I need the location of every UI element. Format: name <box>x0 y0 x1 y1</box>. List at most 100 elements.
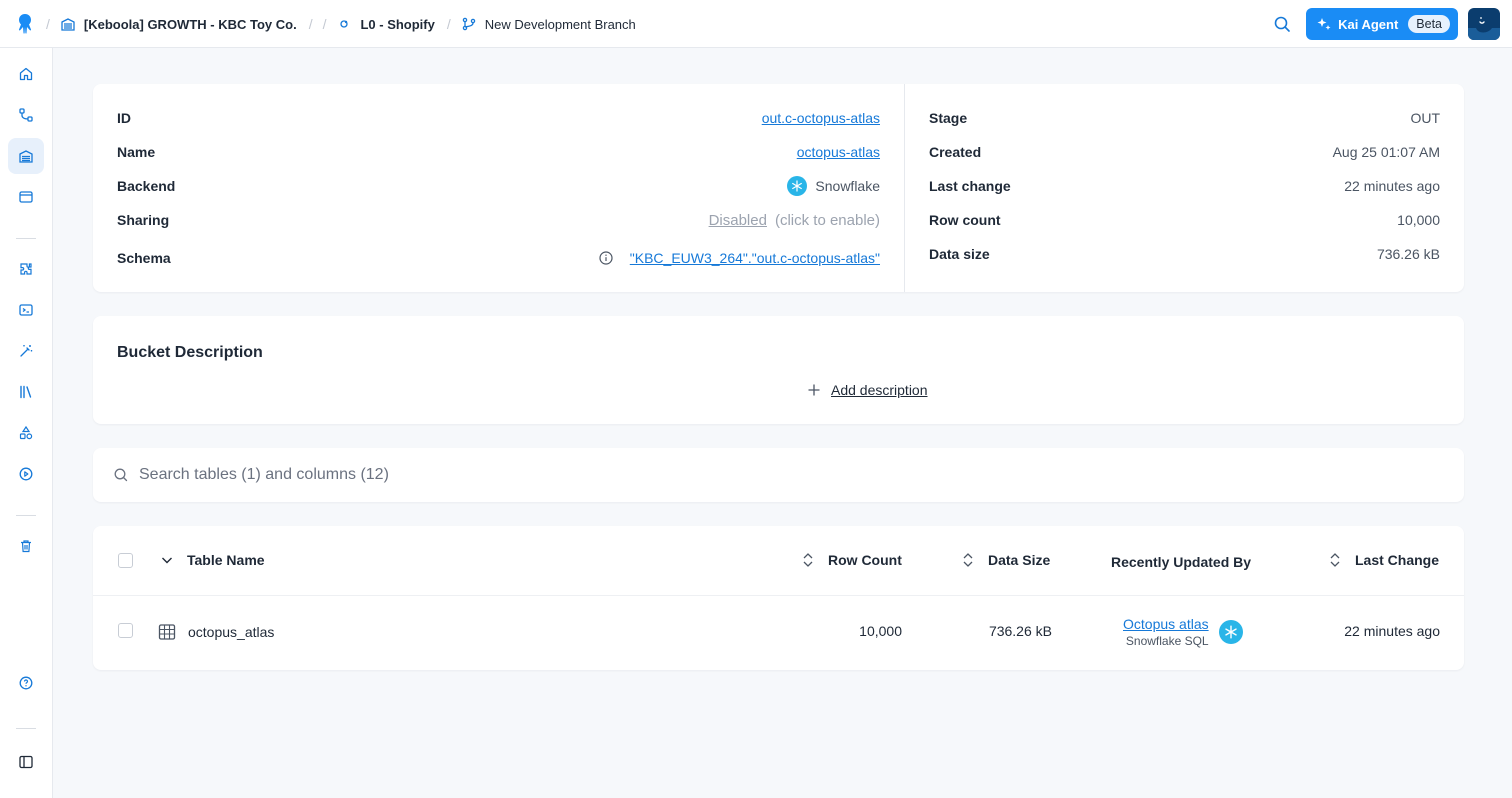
info-label: Created <box>929 144 982 160</box>
schema-link[interactable]: "KBC_EUW3_264"."out.c-octopus-atlas" <box>630 250 880 266</box>
column-row-count[interactable]: Row Count <box>802 552 902 568</box>
sidebar-collapse-toggle[interactable] <box>8 744 44 780</box>
sidebar-item-storage[interactable] <box>8 138 44 174</box>
bucket-info-right: Stage OUT Created Aug 25 01:07 AM Last c… <box>905 84 1464 292</box>
column-last-change[interactable]: Last Change <box>1329 552 1439 568</box>
info-label: Last change <box>929 178 1011 194</box>
row-checkbox[interactable] <box>118 623 133 638</box>
sort-icon <box>803 553 813 567</box>
info-row-row-count: Row count 10,000 <box>929 210 1440 230</box>
table-name-cell[interactable]: octopus_atlas <box>158 623 274 641</box>
chevron-down-icon <box>162 557 172 564</box>
keboola-logo-icon[interactable] <box>14 12 36 36</box>
info-row-backend: Backend Snowflake <box>117 176 880 196</box>
play-circle-icon <box>19 467 33 481</box>
sidebar-item-applications[interactable] <box>8 333 44 369</box>
breadcrumb-branch-label: New Development Branch <box>484 16 636 32</box>
column-label: Table Name <box>187 552 265 568</box>
bucket-name-link[interactable]: octopus-atlas <box>797 144 880 160</box>
tables-table: Table Name Row Count Data Size Recently … <box>93 526 1464 670</box>
column-label: Recently Updated By <box>1111 554 1252 570</box>
library-icon <box>20 385 32 399</box>
add-description-button[interactable]: Add description <box>807 382 928 398</box>
terminal-icon <box>19 304 33 316</box>
sharing-toggle-link[interactable]: Disabled <box>709 212 767 229</box>
breadcrumb-project-label: [Keboola] GROWTH - KBC Toy Co. <box>83 16 297 32</box>
info-label: Stage <box>929 110 968 126</box>
updated-by-link[interactable]: Octopus atlas <box>1123 616 1209 632</box>
search-icon <box>114 468 128 482</box>
info-label: Data size <box>929 246 990 262</box>
select-all-checkbox[interactable] <box>118 553 133 568</box>
breadcrumb-bucket[interactable]: L0 - Shopify <box>336 16 435 32</box>
breadcrumb-bucket-label: L0 - Shopify <box>360 16 435 32</box>
info-row-created: Created Aug 25 01:07 AM <box>929 142 1440 162</box>
table-search-card <box>93 448 1464 502</box>
updated-by-component: Snowflake SQL <box>1125 634 1209 648</box>
search-input[interactable] <box>139 466 939 484</box>
column-data-size[interactable]: Data Size <box>962 552 1050 568</box>
info-value: 10,000 <box>1397 212 1440 228</box>
breadcrumb-branch[interactable]: New Development Branch <box>461 16 636 32</box>
info-row-schema: Schema "KBC_EUW3_264"."out.c-octopus-atl… <box>117 248 880 268</box>
magic-wand-icon <box>20 345 33 357</box>
plus-icon <box>808 384 820 396</box>
top-bar: / [Keboola] GROWTH - KBC Toy Co. / / L0 … <box>0 0 1512 48</box>
table-icon <box>158 624 176 640</box>
table-name: octopus_atlas <box>188 624 275 640</box>
snowflake-icon <box>1218 620 1243 644</box>
info-row-name: Name octopus-atlas <box>117 142 880 162</box>
info-label: Row count <box>929 212 1001 228</box>
column-table-name[interactable]: Table Name <box>159 552 265 568</box>
data-size-value: 736.26 kB <box>988 623 1052 639</box>
description-title: Bucket Description <box>117 344 263 361</box>
sidebar-item-jobs[interactable] <box>8 456 44 492</box>
info-value: OUT <box>1410 110 1440 126</box>
sidebar-divider <box>16 728 36 729</box>
sidebar-panel-icon <box>19 755 33 769</box>
search-icon[interactable] <box>1272 14 1292 34</box>
info-row-sharing: Sharing Disabled (click to enable) <box>117 210 880 230</box>
sidebar-item-home[interactable] <box>8 56 44 92</box>
git-branch-icon <box>462 17 475 31</box>
breadcrumb-separator: / <box>322 16 327 32</box>
sidebar-item-templates[interactable] <box>8 374 44 410</box>
sidebar-item-data-apps[interactable] <box>8 415 44 451</box>
beta-badge: Beta <box>1408 15 1450 33</box>
sparkles-icon <box>1317 18 1331 30</box>
breadcrumb-project[interactable]: [Keboola] GROWTH - KBC Toy Co. <box>60 16 297 32</box>
flow-icon <box>19 108 33 122</box>
warehouse-icon <box>61 18 75 31</box>
info-icon[interactable] <box>598 250 614 266</box>
help-icon <box>19 676 33 690</box>
sidebar <box>0 48 53 798</box>
sidebar-divider <box>16 238 36 239</box>
breadcrumb: / [Keboola] GROWTH - KBC Toy Co. / / L0 … <box>46 0 648 48</box>
sidebar-item-workspaces[interactable] <box>8 179 44 215</box>
row-count-value: 10,000 <box>859 623 902 639</box>
bucket-info-left: ID out.c-octopus-atlas Name octopus-atla… <box>93 84 905 292</box>
column-label: Row Count <box>828 552 902 568</box>
table-header: Table Name Row Count Data Size Recently … <box>93 526 1464 596</box>
add-description-label: Add description <box>831 382 928 398</box>
sidebar-item-trash[interactable] <box>8 528 44 564</box>
table-row[interactable]: octopus_atlas 10,000 736.26 kB Octopus a… <box>93 597 1464 670</box>
sidebar-item-components[interactable] <box>8 251 44 287</box>
sidebar-item-transformations[interactable] <box>8 292 44 328</box>
breadcrumb-separator: / <box>308 16 313 32</box>
kai-agent-button[interactable]: Kai Agent Beta <box>1306 8 1458 40</box>
column-updated-by: Recently Updated By <box>1111 554 1251 570</box>
updated-by-cell: Octopus atlas Snowflake SQL <box>1123 616 1243 648</box>
last-change-cell: 22 minutes ago <box>1300 623 1440 639</box>
info-label: ID <box>117 110 131 126</box>
avatar[interactable] <box>1468 8 1500 40</box>
sidebar-item-help[interactable] <box>8 665 44 701</box>
sidebar-item-flows[interactable] <box>8 97 44 133</box>
bucket-id-link[interactable]: out.c-octopus-atlas <box>762 110 880 126</box>
warehouse-icon <box>19 150 33 163</box>
home-icon <box>19 67 33 81</box>
info-value: 22 minutes ago <box>1344 178 1440 194</box>
sort-icon <box>963 553 973 567</box>
sidebar-divider <box>16 515 36 516</box>
sort-icon <box>1330 553 1340 567</box>
